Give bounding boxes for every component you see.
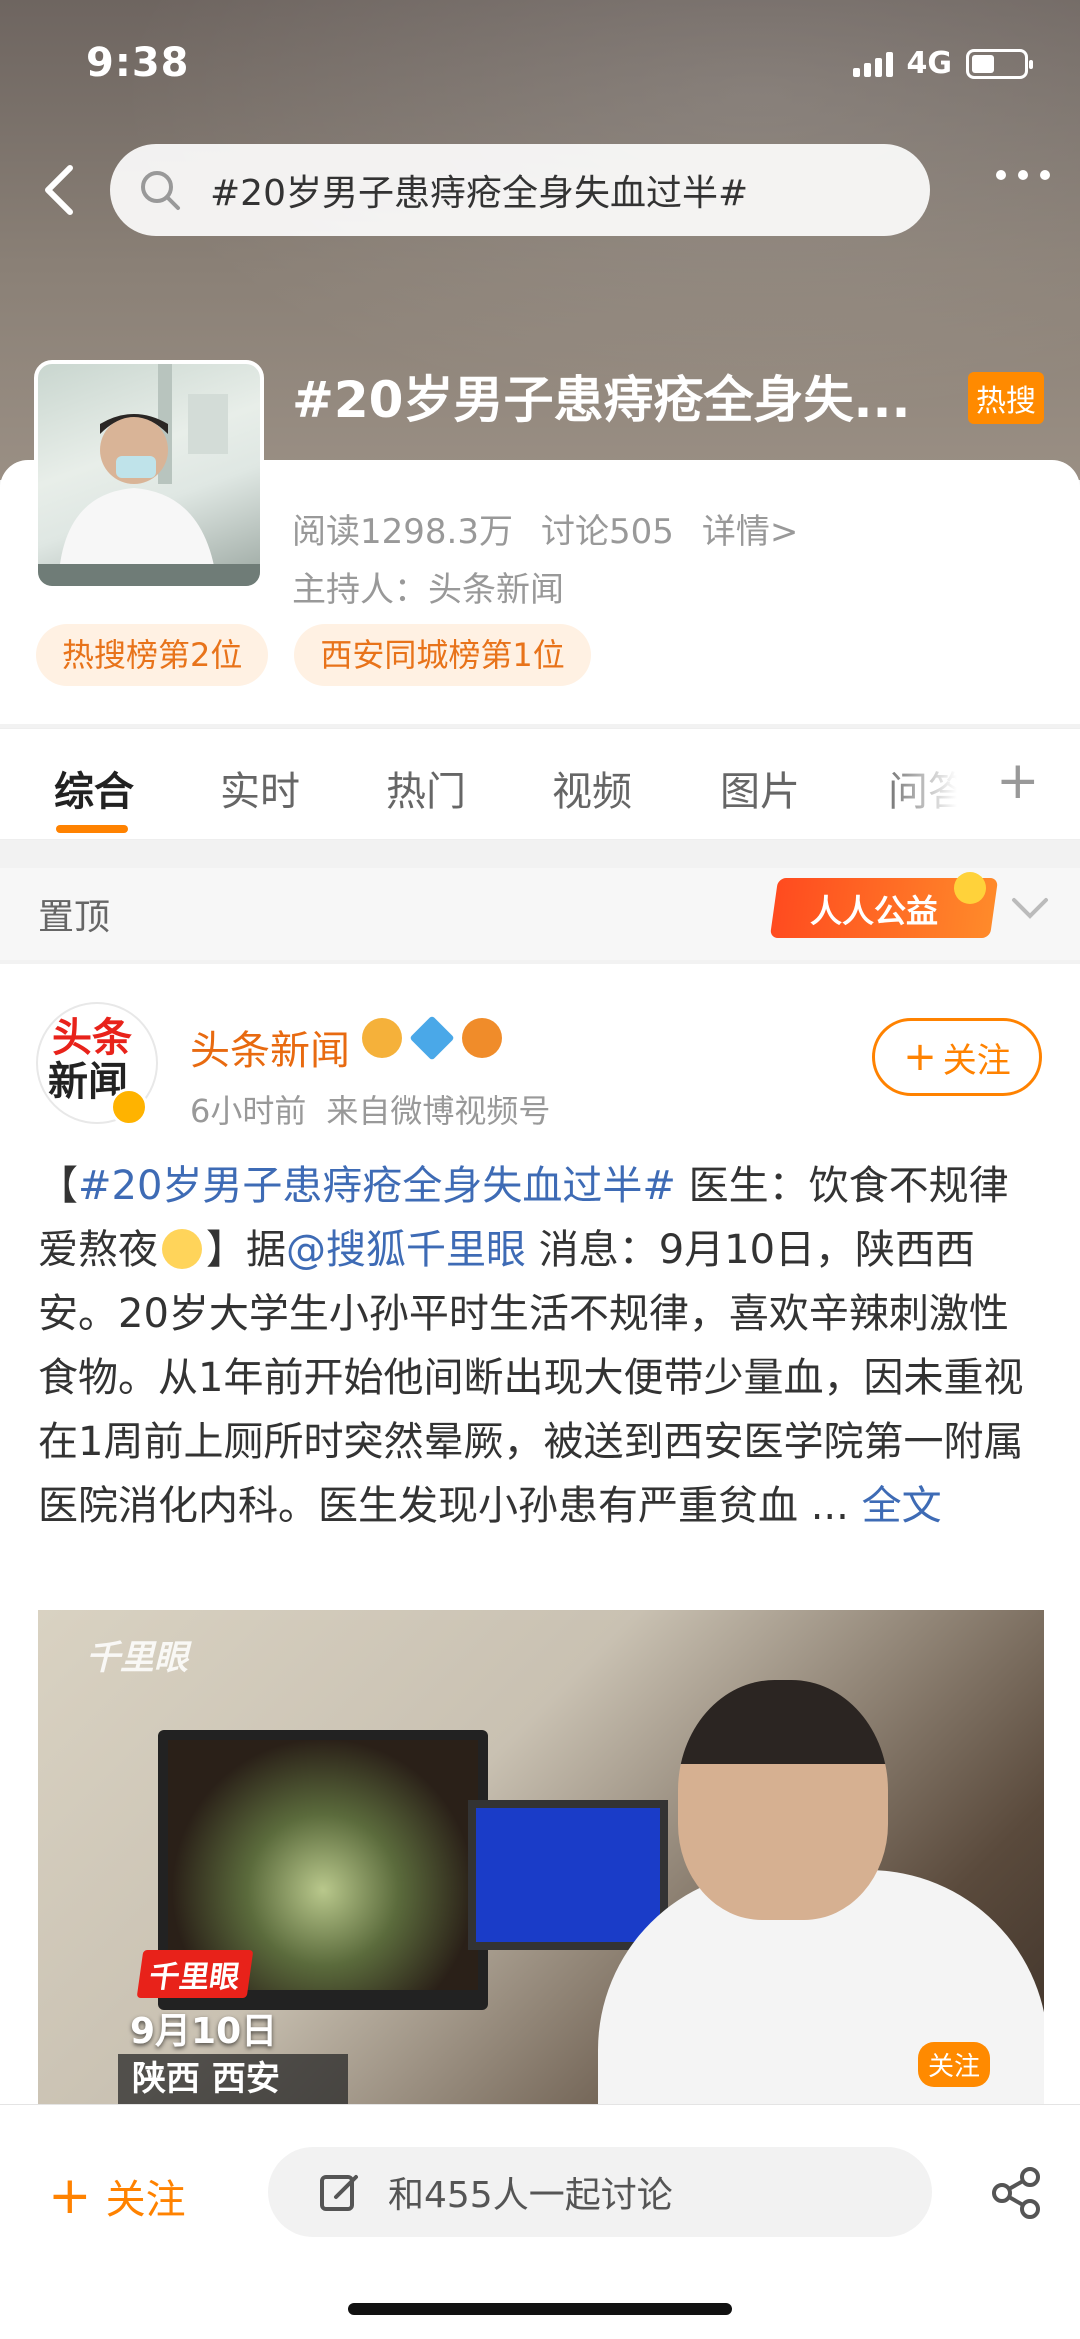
avatar-text-top: 头条 [52, 1015, 132, 1061]
feed-tabs: 综合 实时 热门 视频 图片 问答 + [0, 728, 1080, 840]
edit-icon [320, 2175, 358, 2211]
post-mention[interactable]: @搜狐千里眼 [286, 1227, 526, 1273]
pinned-label: 置顶 [38, 897, 111, 938]
discuss-input[interactable]: 和455人一起讨论 [268, 2147, 932, 2237]
rank-tags: 热搜榜第2位 西安同城榜第1位 [36, 624, 591, 686]
author-badges [362, 1015, 502, 1061]
follow-button[interactable]: + 关注 [872, 1018, 1042, 1096]
follow-label: 关注 [942, 1040, 1011, 1081]
back-arrow-icon [45, 165, 73, 215]
more-dot-icon [996, 170, 1006, 180]
tabs-fade-overlay [880, 729, 990, 839]
medal-badge-icon [462, 1018, 502, 1058]
status-time: 9:38 [86, 40, 190, 86]
post-body: 【#20岁男子患痔疮全身失血过半# 医生：饮食不规律爱熬夜 】据@搜狐千里眼 消息… [38, 1154, 1048, 1538]
search-icon [141, 171, 180, 210]
sun-icon [954, 872, 986, 904]
chevron-down-icon[interactable] [1010, 896, 1050, 920]
full-text-link[interactable]: 全文 [862, 1483, 942, 1529]
weibo-post: 头条 新闻 头条新闻 6小时前 来自微博视频号 + 关注 【#20岁男子患痔疮全身… [0, 964, 1080, 2104]
post-meta: 6小时前 来自微博视频号 [190, 1086, 550, 1132]
share-icon[interactable] [990, 2167, 1042, 2219]
status-indicators: 4G [852, 46, 1033, 81]
verified-icon [110, 1088, 148, 1126]
topic-thumbnail[interactable] [34, 360, 264, 590]
crown-badge-icon [362, 1018, 402, 1058]
topic-stats: 阅读1298.3万 讨论505 详情> [292, 504, 798, 553]
post-source: 来自微博视频号 [326, 1092, 551, 1130]
bottom-follow-label: 关注 [105, 2177, 186, 2223]
video-watermark: 千里眼 [86, 1638, 188, 1678]
discuss-placeholder: 和455人一起讨论 [388, 2175, 673, 2216]
topic-host: 主持人：头条新闻 [292, 570, 564, 610]
post-hashtag[interactable]: #20岁男子患痔疮全身失血过半# [78, 1163, 676, 1209]
more-dot-icon [1040, 170, 1050, 180]
battery-icon [966, 48, 1033, 79]
home-indicator [348, 2303, 732, 2315]
pinned-section-header: 置顶 人人公益 [0, 868, 1080, 960]
charity-banner-text: 人人公益 [810, 892, 939, 930]
rank-tag-xian-local[interactable]: 西安同城榜第1位 [294, 624, 591, 686]
tab-images[interactable]: 图片 [720, 759, 800, 817]
tab-comprehensive[interactable]: 综合 [54, 759, 134, 817]
plus-icon: + [903, 1034, 937, 1080]
second-monitor-graphic [468, 1800, 668, 1950]
tab-realtime[interactable]: 实时 [220, 759, 300, 817]
video-location: 陕西 西安 [118, 2054, 348, 2104]
tab-hot[interactable]: 热门 [386, 759, 466, 817]
doctor-head-graphic [678, 1680, 888, 1920]
sleepy-emoji-icon [162, 1229, 202, 1269]
back-button[interactable] [32, 160, 92, 220]
active-tab-indicator [56, 825, 128, 833]
more-menu-button[interactable] [996, 170, 1050, 180]
post-bracket-open: 【 [38, 1163, 78, 1209]
post-text-part2: 】据 [206, 1227, 286, 1273]
search-query: #20岁男子患痔疮全身失血过半# [210, 173, 749, 214]
topic-details-link[interactable]: 详情> [702, 512, 799, 552]
rank-tag-hot-search[interactable]: 热搜榜第2位 [36, 624, 269, 686]
signal-icon [852, 51, 893, 77]
network-type: 4G [906, 46, 953, 81]
status-bar: 9:38 4G [0, 0, 1080, 130]
topic-title: #20岁男子患痔疮全身失... [292, 371, 911, 429]
topic-discussions: 讨论505 [540, 512, 674, 552]
video-date: 9月10日 [130, 2011, 278, 2052]
plus-icon: + [48, 2166, 92, 2226]
author-name[interactable]: 头条新闻 [190, 1018, 350, 1076]
search-bar[interactable]: #20岁男子患痔疮全身失血过半# [110, 144, 930, 236]
topic-reads: 阅读1298.3万 [292, 512, 513, 552]
post-time: 6小时前 [190, 1092, 307, 1130]
bottom-action-bar: + 关注 和455人一起讨论 [0, 2104, 1080, 2339]
bottom-follow-button[interactable]: + 关注 [48, 2167, 186, 2225]
tab-video[interactable]: 视频 [552, 759, 632, 817]
video-corner-follow: 关注 [918, 2042, 991, 2087]
nav-bar: #20岁男子患痔疮全身失血过半# [0, 140, 1080, 240]
video-brand-tag: 千里眼 [136, 1950, 254, 1998]
hot-search-badge: 热搜 [968, 372, 1044, 424]
add-tab-icon[interactable]: + [996, 751, 1040, 811]
more-dot-icon [1018, 170, 1028, 180]
post-video[interactable]: 千里眼 千里眼 9月10日 陕西 西安 关注 [38, 1610, 1044, 2104]
doctor-photo-icon [38, 364, 260, 586]
paper-plane-badge-icon [409, 1015, 455, 1061]
